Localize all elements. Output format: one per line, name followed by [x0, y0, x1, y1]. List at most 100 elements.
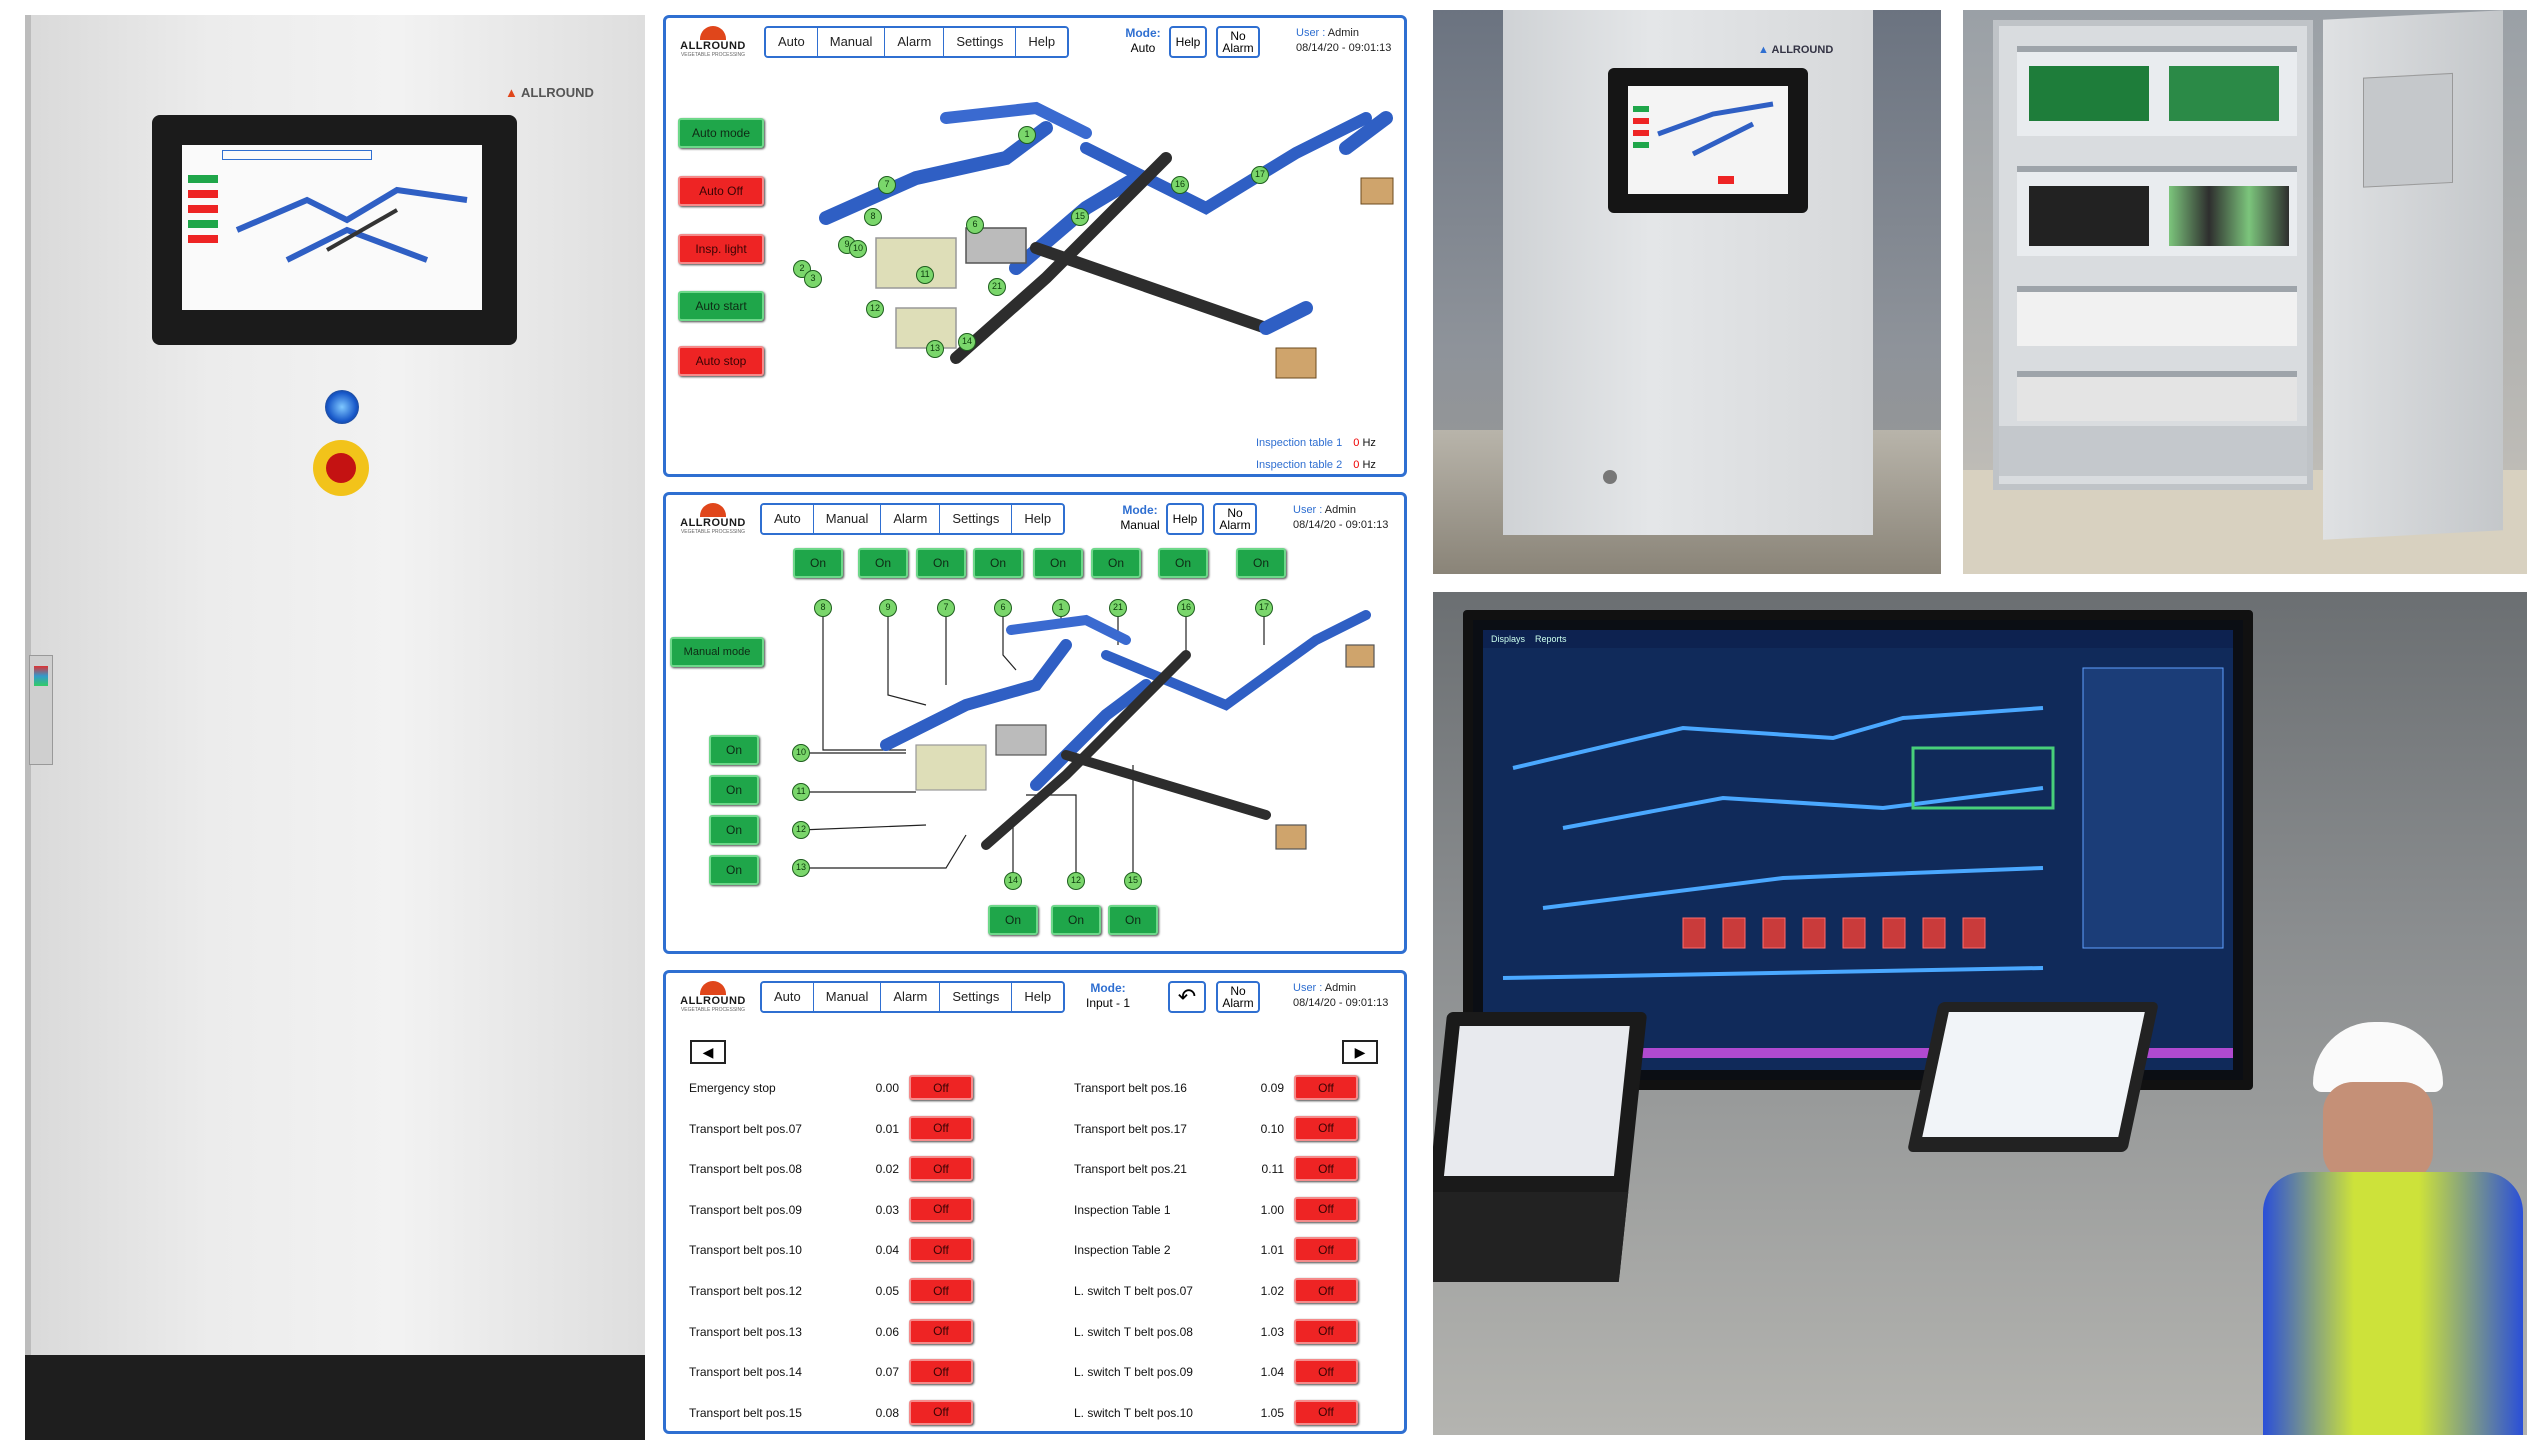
input-row-address: 0.08	[875, 1405, 899, 1420]
off-status-button[interactable]: Off	[909, 1278, 973, 1303]
station-marker: 16	[1171, 176, 1189, 194]
engineer	[2193, 1022, 2523, 1435]
off-status-button[interactable]: Off	[1294, 1399, 1358, 1425]
auto-stop-button[interactable]: Auto stop	[678, 346, 764, 376]
prev-page-button[interactable]: ◀	[690, 1040, 726, 1064]
input-row: Transport belt pos.07 0.01 Off	[689, 1115, 999, 1142]
allround-logo: ALLROUND VEGETABLE PROCESSING	[678, 26, 748, 70]
off-status-button[interactable]: Off	[1294, 1278, 1358, 1303]
nav-manual[interactable]: Manual	[817, 28, 886, 56]
nav-help[interactable]: Help	[1012, 983, 1064, 1011]
auto-mode-button[interactable]: Auto mode	[678, 118, 764, 148]
input-row-address: 1.04	[1260, 1365, 1284, 1380]
input-row: Inspection Table 1 1.00 Off	[1074, 1196, 1384, 1223]
cabinet-plinth	[25, 1355, 645, 1440]
station-marker: 15	[1071, 208, 1089, 226]
input-row-label: Transport belt pos.15	[689, 1405, 802, 1420]
input-row-address: 0.11	[1261, 1162, 1284, 1177]
main-nav: Auto Manual Alarm Settings Help	[764, 26, 1070, 58]
nav-settings[interactable]: Settings	[944, 28, 1017, 56]
station-marker: 6	[994, 599, 1012, 617]
input-row-address: 0.04	[875, 1243, 899, 1258]
inspection-table-2-readout: Inspection table 2 0 Hz	[1256, 459, 1376, 471]
off-status-button[interactable]: Off	[1294, 1156, 1358, 1182]
off-status-button[interactable]: Off	[909, 1318, 973, 1344]
auto-off-button[interactable]: Auto Off	[678, 176, 764, 206]
auto-start-button[interactable]: Auto start	[678, 291, 764, 321]
off-status-button[interactable]: Off	[909, 1156, 973, 1182]
station-marker: 16	[1177, 599, 1195, 617]
laptop-left	[1433, 1012, 1648, 1282]
nav-alarm[interactable]: Alarm	[885, 28, 945, 56]
station-marker: 21	[988, 278, 1006, 296]
off-status-button[interactable]: Off	[1294, 1196, 1358, 1222]
nav-settings[interactable]: Settings	[940, 983, 1013, 1011]
cabinet-hmi-bezel	[152, 115, 517, 345]
cabinet-door-open	[2323, 10, 2503, 540]
input-row: Emergency stop 0.00 Off	[689, 1075, 999, 1101]
alarm-button[interactable]: No Alarm	[1216, 26, 1260, 58]
back-arrow-icon: ↶	[1177, 984, 1197, 1009]
help-button[interactable]: Help	[1169, 26, 1207, 58]
station-marker: 10	[849, 240, 867, 258]
station-marker: 3	[804, 270, 822, 288]
input-row-label: Transport belt pos.14	[689, 1365, 802, 1380]
input-row-label: Transport belt pos.09	[689, 1202, 802, 1217]
off-status-button[interactable]: Off	[1294, 1237, 1358, 1263]
input-row: Transport belt pos.15 0.08 Off	[689, 1399, 999, 1426]
input-row: Transport belt pos.17 0.10 Off	[1074, 1115, 1384, 1142]
station-marker: 21	[1109, 599, 1127, 617]
off-status-button[interactable]: Off	[1294, 1359, 1358, 1385]
allround-logo: ALLROUND VEGETABLE PROCESSING	[678, 981, 748, 1025]
indicator-lamp	[325, 390, 359, 424]
nav-alarm[interactable]: Alarm	[881, 983, 941, 1011]
arrow-left-icon: ◀	[702, 1044, 714, 1060]
safety-vest	[2263, 1172, 2523, 1435]
nav-manual[interactable]: Manual	[813, 983, 882, 1011]
off-status-button[interactable]: Off	[909, 1196, 973, 1222]
input-row-address: 0.05	[875, 1284, 899, 1298]
off-status-button[interactable]: Off	[1294, 1318, 1358, 1344]
cabinet-brand-logo: ▲ ALLROUND	[505, 85, 594, 100]
nav-auto[interactable]: Auto	[766, 28, 818, 56]
hmi-manual-screen: ALLROUND VEGETABLE PROCESSING Auto Manual…	[663, 492, 1407, 954]
inspection-light-button[interactable]: Insp. light	[678, 234, 764, 264]
off-status-button[interactable]: Off	[909, 1237, 973, 1263]
station-marker: 10	[792, 744, 810, 762]
input-row-label: Transport belt pos.17	[1074, 1121, 1187, 1136]
input-row: Transport belt pos.10 0.04 Off	[689, 1237, 999, 1263]
off-status-button[interactable]: Off	[909, 1075, 973, 1100]
input-row-address: 0.06	[875, 1324, 899, 1339]
station-marker: 6	[966, 216, 984, 234]
arrow-right-icon: ▶	[1354, 1044, 1366, 1060]
cabinet-body: ▲ ALLROUND	[1503, 10, 1873, 535]
nav-auto[interactable]: Auto	[762, 983, 814, 1011]
station-marker: 11	[792, 783, 810, 801]
scada-tab-reports: Reports	[1535, 634, 1567, 644]
input-row-label: Transport belt pos.16	[1074, 1081, 1187, 1095]
input-row-address: 0.09	[1260, 1081, 1284, 1095]
cabinet-brand-logo: ▲ ALLROUND	[1758, 44, 1834, 56]
input-row: L. switch T belt pos.07 1.02 Off	[1074, 1278, 1384, 1304]
hmi-input-screen: ALLROUND VEGETABLE PROCESSING Auto Manual…	[663, 970, 1407, 1434]
input-row: L. switch T belt pos.08 1.03 Off	[1074, 1318, 1384, 1345]
off-status-button[interactable]: Off	[1294, 1115, 1358, 1141]
inspection-table-1-readout: Inspection table 1 0 Hz	[1256, 437, 1376, 449]
off-status-button[interactable]: Off	[909, 1359, 973, 1385]
alarm-button[interactable]: No Alarm	[1216, 981, 1260, 1013]
station-marker: 11	[916, 266, 934, 284]
scada-workstation-photo: Displays Reports	[1433, 592, 2527, 1435]
off-status-button[interactable]: Off	[1294, 1075, 1358, 1100]
nav-help[interactable]: Help	[1016, 28, 1068, 56]
input-row-address: 1.02	[1260, 1284, 1284, 1298]
input-row: Transport belt pos.21 0.11 Off	[1074, 1156, 1384, 1182]
cabinet-hmi-panel	[1608, 68, 1808, 213]
off-status-button[interactable]: Off	[909, 1115, 973, 1141]
back-button[interactable]: ↶	[1168, 981, 1206, 1013]
station-marker: 1	[1052, 599, 1070, 617]
next-page-button[interactable]: ▶	[1342, 1040, 1378, 1064]
input-row-label: L. switch T belt pos.09	[1074, 1365, 1193, 1380]
station-marker: 13	[792, 859, 810, 877]
off-status-button[interactable]: Off	[909, 1399, 973, 1425]
cabinet-interior	[1993, 20, 2313, 490]
